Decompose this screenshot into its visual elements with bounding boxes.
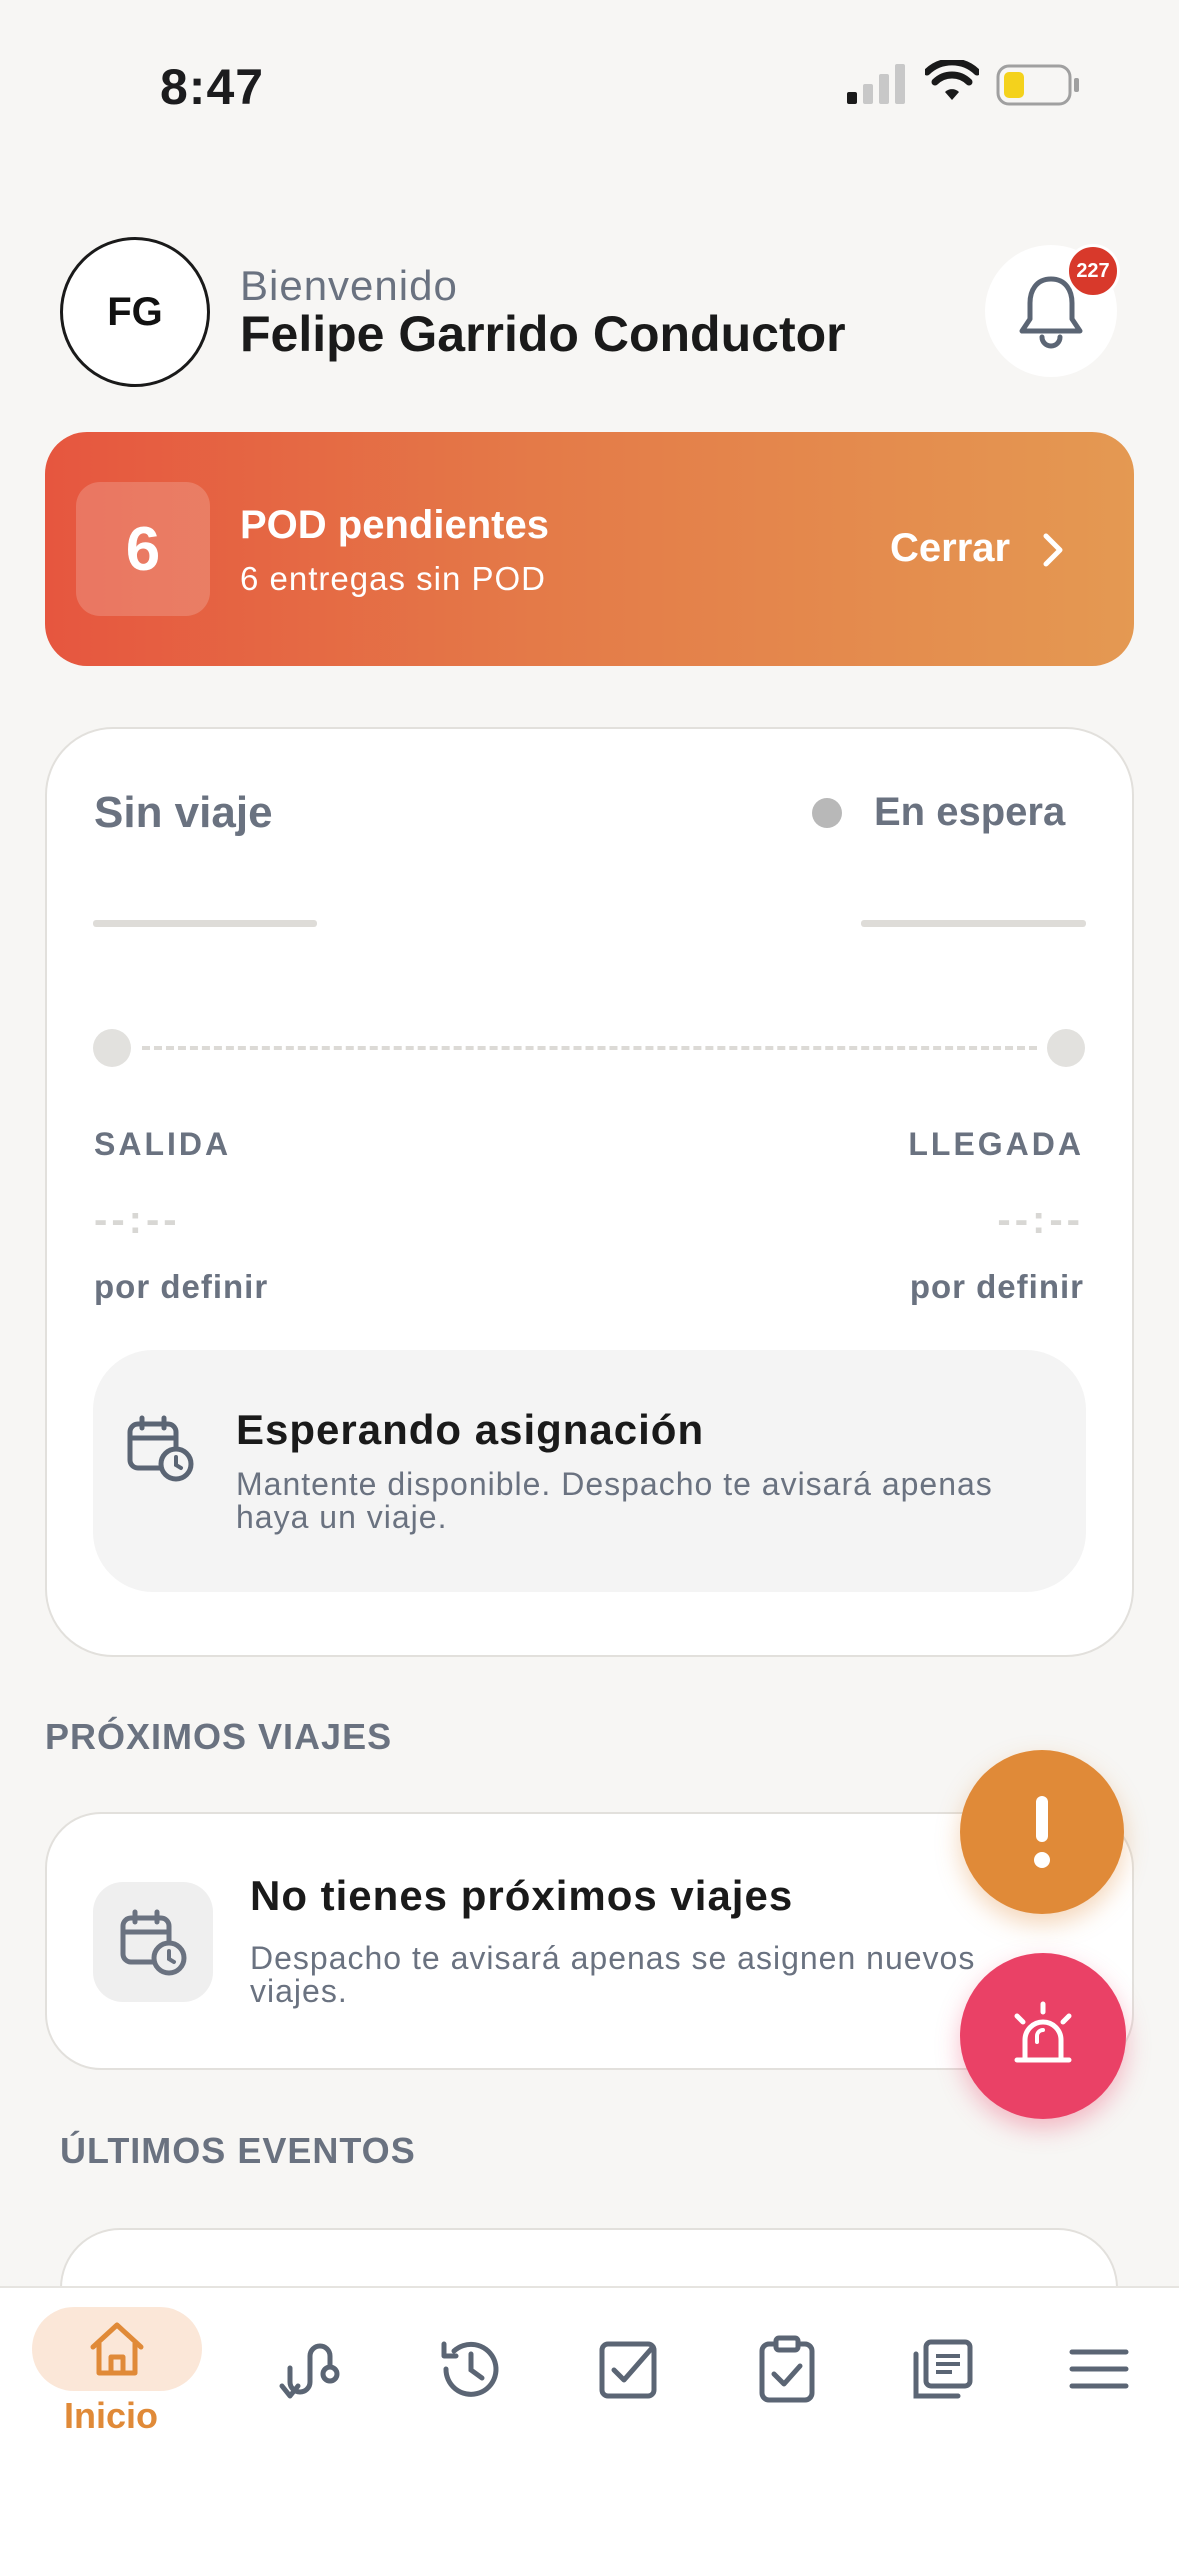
nav-home-label[interactable]: Inicio [64,2395,158,2437]
checkbox-icon[interactable] [594,2334,664,2404]
wifi-icon [925,60,979,100]
arrival-note: por definir [909,1268,1084,1305]
documents-icon[interactable] [908,2334,978,2404]
pod-count-badge: 6 [76,482,210,616]
trip-title: Sin viaje [94,788,273,837]
arrival-label: LLEGADA [908,1126,1084,1162]
chevron-right-icon[interactable] [1038,530,1068,570]
departure-time: --:-- [94,1198,181,1242]
departure-label: SALIDA [94,1126,232,1162]
assignment-description: Mantente disponible. Despacho te avisará… [236,1466,993,1535]
destination-placeholder [861,920,1086,927]
route-icon[interactable] [276,2334,346,2404]
calendar-clock-icon [127,1415,194,1482]
upcoming-trips-heading: PRÓXIMOS VIAJES [45,1716,393,1757]
notification-badge: 227 [1066,244,1120,298]
last-events-heading: ÚLTIMOS EVENTOS [60,2130,416,2171]
welcome-text: Bienvenido [240,262,458,309]
origin-placeholder [93,920,317,927]
status-time: 8:47 [160,59,265,115]
pod-close-button[interactable]: Cerrar [890,526,1010,571]
upcoming-empty-description: Despacho te avisará apenas se asignen nu… [250,1940,976,2009]
sos-alarm-button[interactable] [960,1953,1126,2119]
route-line [142,1046,1037,1050]
battery-icon [996,64,1079,106]
upcoming-icon-wrap [93,1882,213,2002]
assignment-title: Esperando asignación [236,1406,705,1453]
calendar-clock-icon [120,1909,187,1976]
menu-icon[interactable] [1064,2334,1134,2404]
clipboard-check-icon[interactable] [752,2334,822,2404]
trip-status: En espera [874,790,1066,834]
destination-dot [1047,1029,1085,1067]
history-icon[interactable] [436,2334,506,2404]
upcoming-empty-title: No tienes próximos viajes [250,1872,794,1919]
status-dot [812,798,842,828]
avatar[interactable]: FG [60,237,210,387]
arrival-time: --:-- [997,1198,1084,1242]
departure-note: por definir [94,1268,269,1305]
pod-title: POD pendientes [240,503,549,547]
user-name: Felipe Garrido Conductor [240,306,846,362]
siren-icon [1014,2001,1072,2063]
origin-dot [93,1029,131,1067]
cellular-signal-icon [847,64,905,104]
report-incident-button[interactable] [960,1750,1124,1914]
exclamation-icon [1034,1796,1050,1868]
home-icon[interactable] [82,2314,152,2384]
pod-subtitle: 6 entregas sin POD [240,560,546,597]
